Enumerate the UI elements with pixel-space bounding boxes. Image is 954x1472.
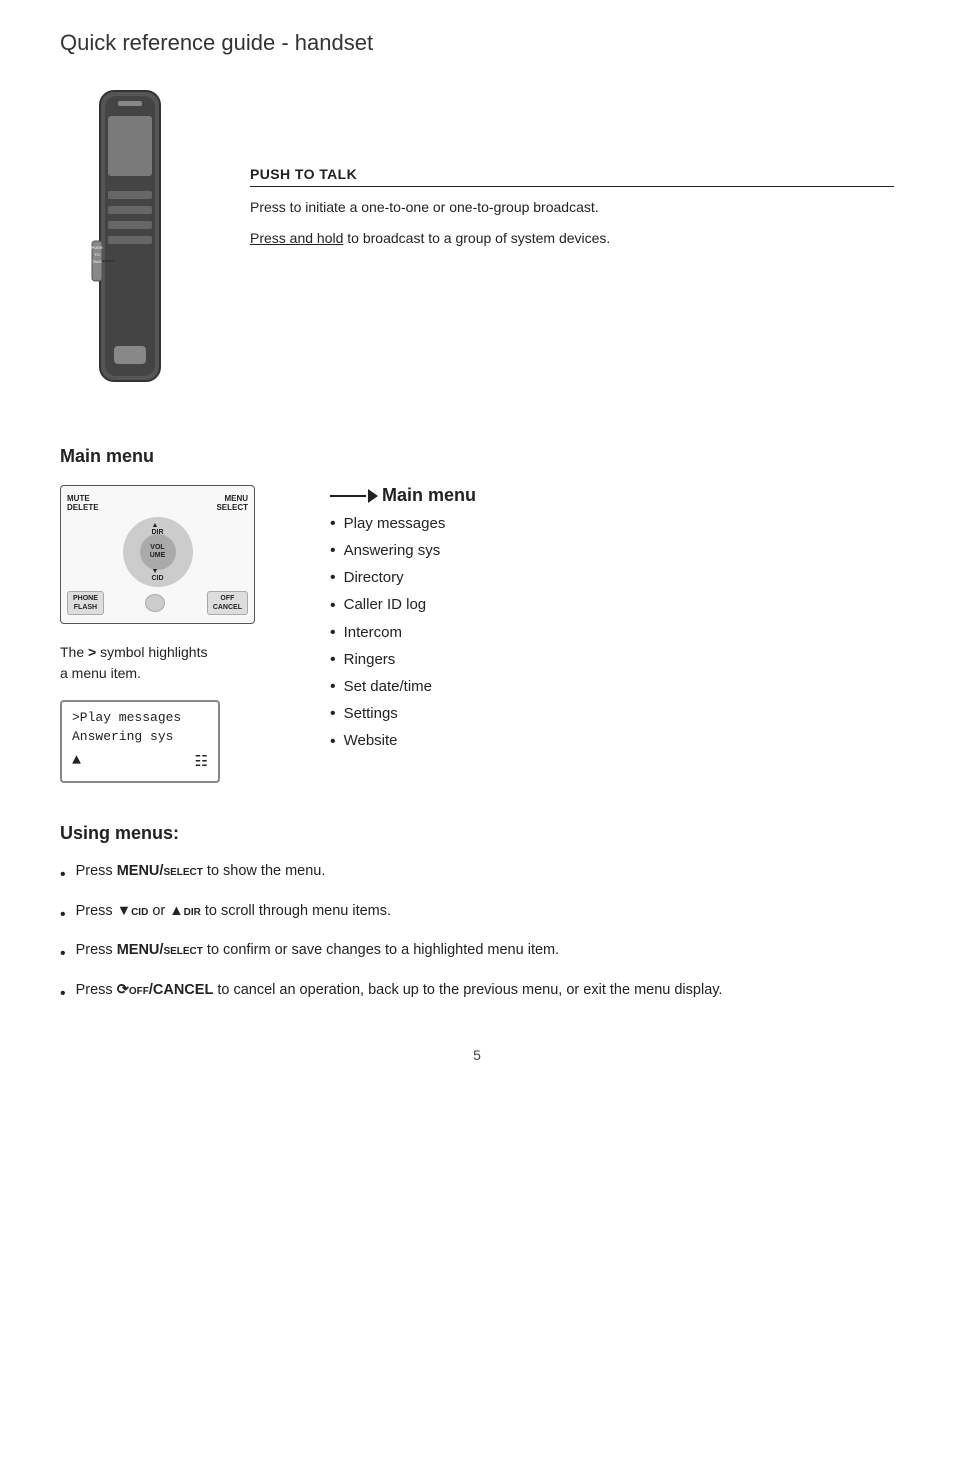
push-to-talk-line2-rest: to broadcast to a group of system device…	[343, 230, 610, 246]
keypad-bottom-row: PHONEFLASH OFFCANCEL	[67, 591, 248, 615]
screen-up-arrow: ▲	[72, 752, 81, 771]
dir-circle: ▲DIR VOLUME ▼CID	[123, 517, 193, 587]
cid-label: ▼cid	[117, 903, 149, 919]
using-menus-heading: Using menus:	[60, 823, 894, 844]
using-menus-item-3: Press MENU/select to confirm or save cha…	[60, 939, 894, 967]
menu-item-play-messages: Play messages	[330, 510, 894, 537]
handset-image: PUSH TO TALK	[60, 86, 190, 406]
using-menus-item-1-text: Press MENU/select to show the menu.	[76, 860, 326, 883]
symbol-note-greater: >	[88, 644, 96, 660]
symbol-note-rest: symbol highlights	[96, 644, 207, 660]
screen-row1: >Play messages	[72, 710, 208, 725]
screen-list-icon: ☷	[195, 752, 208, 771]
dir-top: ▲DIR	[151, 522, 163, 536]
using-menus-list: Press MENU/select to show the menu. Pres…	[60, 860, 894, 1006]
page-number: 5	[60, 1047, 894, 1063]
menu-item-intercom: Intercom	[330, 619, 894, 646]
using-menus-item-2: Press ▼cid or ▲dir to scroll through men…	[60, 900, 894, 928]
keypad-middle: ▲DIR VOLUME ▼CID	[67, 517, 248, 587]
symbol-note-the: The	[60, 644, 88, 660]
symbol-note-line3: a menu item.	[60, 665, 141, 681]
left-panel: MUTEDELETE MENUSELECT ▲DIR VOLUME ▼CID P…	[60, 485, 300, 783]
using-menus-item-4-text: Press ⟳off/CANCEL to cancel an operation…	[76, 979, 723, 1002]
kp-mute-delete: MUTEDELETE	[67, 494, 99, 512]
screen-row2: Answering sys	[72, 729, 208, 744]
main-menu-layout: MUTEDELETE MENUSELECT ▲DIR VOLUME ▼CID P…	[60, 485, 894, 783]
arrow-head	[368, 489, 378, 503]
menu-item-website: Website	[330, 728, 894, 755]
keypad-box: MUTEDELETE MENUSELECT ▲DIR VOLUME ▼CID P…	[60, 485, 255, 624]
symbol-note: The > symbol highlights a menu item.	[60, 642, 300, 684]
push-to-talk-line1: Press to initiate a one-to-one or one-to…	[250, 197, 894, 218]
menu-arrow-title: Main menu	[382, 485, 476, 506]
page-title: Quick reference guide - handset	[60, 30, 894, 56]
off-cancel-label: ⟳off/CANCEL	[117, 982, 214, 998]
menu-item-caller-id-log: Caller ID log	[330, 592, 894, 619]
menu-select-label-1: MENU/select	[117, 863, 203, 879]
arrow-line	[330, 495, 366, 497]
kp-off-icon	[145, 594, 165, 612]
dir-inner: VOLUME	[140, 534, 176, 570]
keypad-top-row: MUTEDELETE MENUSELECT	[67, 494, 248, 512]
menu-item-settings: Settings	[330, 700, 894, 727]
dir-label: ▲dir	[169, 903, 201, 919]
using-menus-item-3-text: Press MENU/select to confirm or save cha…	[76, 939, 560, 962]
screen-icons: ▲ ☷	[72, 752, 208, 771]
dir-bottom: ▼CID	[151, 568, 163, 582]
kp-phone-flash: PHONEFLASH	[67, 591, 104, 615]
menu-item-ringers: Ringers	[330, 646, 894, 673]
press-and-hold: Press and hold	[250, 230, 343, 246]
screen-mockup: >Play messages Answering sys ▲ ☷	[60, 700, 220, 783]
right-panel: Main menu Play messages Answering sys Di…	[300, 485, 894, 755]
menu-item-directory: Directory	[330, 564, 894, 591]
push-to-talk-line2: Press and hold to broadcast to a group o…	[250, 228, 894, 249]
svg-text:PUSH: PUSH	[91, 245, 102, 250]
using-menus-item-1: Press MENU/select to show the menu.	[60, 860, 894, 888]
main-menu-section: Main menu MUTEDELETE MENUSELECT ▲DIR VOL…	[60, 446, 894, 783]
menu-select-label-2: MENU/select	[117, 942, 203, 958]
push-to-talk-info: PUSH TO TALK Press to initiate a one-to-…	[250, 166, 894, 259]
using-menus-item-2-text: Press ▼cid or ▲dir to scroll through men…	[76, 900, 391, 923]
svg-text:TO: TO	[94, 252, 99, 257]
menu-item-answering-sys: Answering sys	[330, 537, 894, 564]
kp-off-cancel: OFFCANCEL	[207, 591, 248, 615]
arrow-line-wrap: Main menu	[330, 485, 894, 506]
push-to-talk-heading: PUSH TO TALK	[250, 166, 894, 187]
menu-item-set-date-time: Set date/time	[330, 673, 894, 700]
using-menus-section: Using menus: Press MENU/select to show t…	[60, 823, 894, 1006]
main-menu-heading: Main menu	[60, 446, 894, 467]
menu-list: Play messages Answering sys Directory Ca…	[330, 510, 894, 755]
kp-menu-select: MENUSELECT	[216, 494, 248, 512]
svg-text:TALK: TALK	[92, 259, 102, 264]
using-menus-item-4: Press ⟳off/CANCEL to cancel an operation…	[60, 979, 894, 1007]
top-section: PUSH TO TALK PUSH TO TALK Press to initi…	[60, 86, 894, 406]
